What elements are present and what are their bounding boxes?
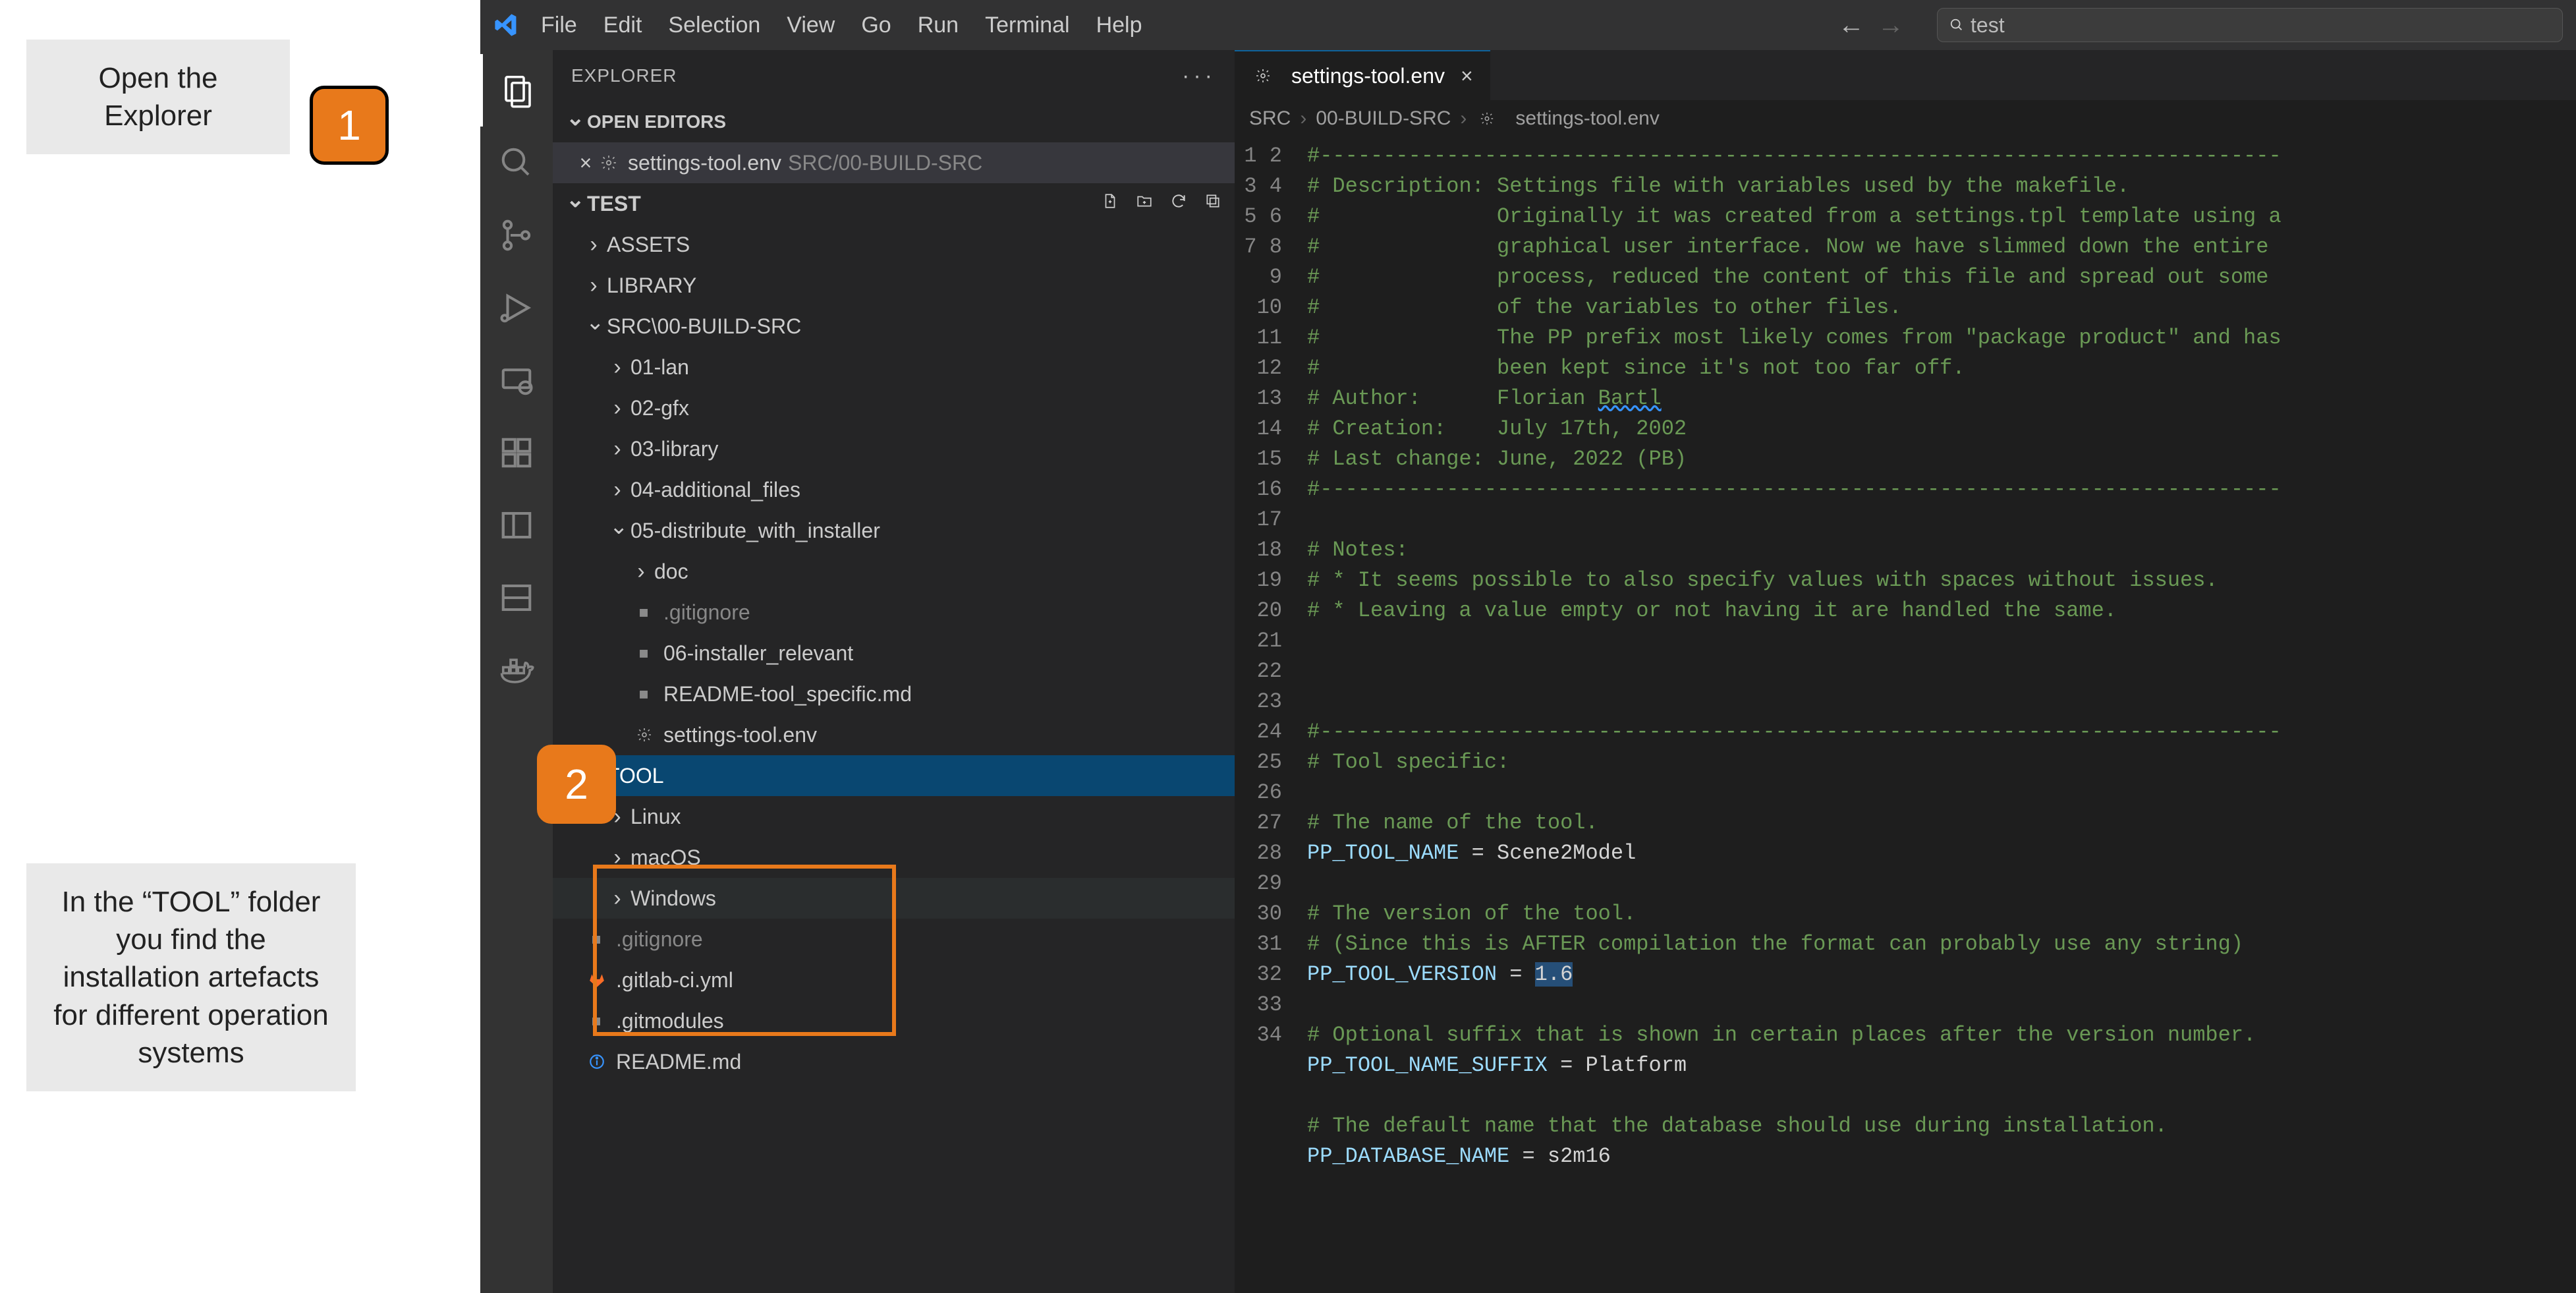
menu-view[interactable]: View	[787, 13, 835, 38]
breadcrumb-part[interactable]: 00-BUILD-SRC	[1316, 107, 1451, 130]
menu-file[interactable]: File	[541, 13, 577, 38]
menu-selection[interactable]: Selection	[668, 13, 760, 38]
activity-panel-b-icon[interactable]	[480, 561, 553, 634]
editor-area: settings-tool.env × SRC › 00-BUILD-SRC ›…	[1235, 50, 2576, 1293]
gear-icon	[633, 724, 656, 746]
code-body[interactable]: #---------------------------------------…	[1294, 137, 2576, 1293]
gear-icon	[598, 152, 620, 174]
chevron-right-icon: ›	[1300, 107, 1306, 130]
menu-bar: File Edit Selection View Go Run Terminal…	[480, 0, 2576, 50]
diamond-icon	[629, 678, 660, 710]
workspace-root-label: TEST	[587, 192, 641, 216]
new-folder-icon[interactable]	[1136, 192, 1153, 215]
open-editor-item[interactable]: × settings-tool.env SRC/00-BUILD-SRC	[553, 142, 1235, 183]
activity-source-control-icon[interactable]	[480, 199, 553, 272]
command-center-search[interactable]: test	[1937, 8, 2563, 42]
folder-03-library[interactable]: 03-library	[553, 428, 1235, 469]
nav-back-icon[interactable]: ←	[1838, 11, 1864, 40]
folder-tool[interactable]: TOOL	[553, 755, 1235, 796]
file-readme[interactable]: README.md	[553, 1041, 1235, 1082]
explorer-sidebar: EXPLORER ··· OPEN EDITORS × settings-too…	[553, 50, 1235, 1293]
folder-doc[interactable]: doc	[553, 551, 1235, 592]
folder-windows[interactable]: Windows	[553, 878, 1235, 919]
activity-run-debug-icon[interactable]	[480, 272, 553, 344]
step-badge-1: 1	[310, 86, 389, 165]
gear-icon	[1476, 107, 1498, 130]
line-gutter: 1 2 3 4 5 6 7 8 9 10 11 12 13 14 15 16 1…	[1235, 137, 1294, 1293]
menu-run[interactable]: Run	[918, 13, 959, 38]
menu-help[interactable]: Help	[1096, 13, 1142, 38]
menu-terminal[interactable]: Terminal	[985, 13, 1069, 38]
vscode-logo-icon	[493, 13, 518, 38]
activity-remote-icon[interactable]	[480, 344, 553, 417]
refresh-icon[interactable]	[1170, 192, 1187, 215]
open-editor-filename: settings-tool.env	[628, 151, 781, 175]
explorer-header: EXPLORER ···	[553, 50, 1235, 101]
search-value: test	[1971, 13, 2005, 38]
folder-02-gfx[interactable]: 02-gfx	[553, 388, 1235, 428]
activity-bar	[480, 50, 553, 1293]
menu-go[interactable]: Go	[861, 13, 891, 38]
folder-linux[interactable]: Linux	[553, 796, 1235, 837]
open-editors-label: OPEN EDITORS	[587, 111, 726, 132]
open-editor-path: SRC/00-BUILD-SRC	[788, 151, 982, 175]
breadcrumbs[interactable]: SRC › 00-BUILD-SRC › settings-tool.env	[1235, 100, 2576, 137]
diamond-icon	[629, 637, 660, 669]
annotation-1: Open the Explorer	[26, 40, 290, 154]
folder-macos[interactable]: macOS	[553, 837, 1235, 878]
folder-01-lan[interactable]: 01-lan	[553, 347, 1235, 388]
activity-explorer-icon[interactable]	[480, 54, 553, 127]
folder-04-additional[interactable]: 04-additional_files	[553, 469, 1235, 510]
activity-extensions-icon[interactable]	[480, 417, 553, 489]
chevron-right-icon: ›	[1460, 107, 1467, 130]
folder-library[interactable]: LIBRARY	[553, 265, 1235, 306]
editor-tabs: settings-tool.env ×	[1235, 50, 2576, 100]
file-gitignore-1[interactable]: .gitignore	[553, 592, 1235, 633]
file-gitmodules[interactable]: .gitmodules	[553, 1000, 1235, 1041]
diamond-icon	[581, 1005, 613, 1037]
gitlab-icon	[586, 969, 608, 991]
gear-icon	[1252, 65, 1274, 87]
breadcrumb-part[interactable]: settings-tool.env	[1515, 107, 1659, 130]
folder-src-build[interactable]: SRC\00-BUILD-SRC	[553, 306, 1235, 347]
nav-forward-icon[interactable]: →	[1878, 11, 1904, 40]
info-icon	[586, 1050, 608, 1073]
vscode-window: File Edit Selection View Go Run Terminal…	[480, 0, 2576, 1293]
open-editors-header[interactable]: OPEN EDITORS	[553, 101, 1235, 142]
close-tab-icon[interactable]: ×	[1461, 64, 1473, 88]
explorer-more-icon[interactable]: ···	[1182, 63, 1216, 89]
step-badge-2: 2	[537, 745, 616, 824]
diamond-icon	[581, 923, 613, 955]
breadcrumb-part[interactable]: SRC	[1249, 107, 1291, 130]
explorer-tree: OPEN EDITORS × settings-tool.env SRC/00-…	[553, 101, 1235, 1082]
close-editor-icon[interactable]: ×	[574, 151, 598, 175]
file-readme-tool[interactable]: README-tool_specific.md	[553, 674, 1235, 714]
file-gitlab-ci[interactable]: .gitlab-ci.yml	[553, 960, 1235, 1000]
workspace-root[interactable]: TEST	[553, 183, 1235, 224]
code-editor[interactable]: 1 2 3 4 5 6 7 8 9 10 11 12 13 14 15 16 1…	[1235, 137, 2576, 1293]
activity-panel-a-icon[interactable]	[480, 489, 553, 561]
search-icon	[1949, 13, 1964, 38]
explorer-title: EXPLORER	[571, 65, 677, 86]
diamond-icon	[629, 596, 660, 628]
folder-assets[interactable]: ASSETS	[553, 224, 1235, 265]
new-file-icon[interactable]	[1102, 192, 1119, 215]
tab-label: settings-tool.env	[1291, 64, 1445, 88]
collapse-all-icon[interactable]	[1204, 192, 1221, 215]
file-06-installer[interactable]: 06-installer_relevant	[553, 633, 1235, 674]
file-settings-env[interactable]: settings-tool.env	[553, 714, 1235, 755]
annotation-2: In the “TOOL” folder you find the instal…	[26, 863, 356, 1091]
file-gitignore-2[interactable]: .gitignore	[553, 919, 1235, 960]
activity-docker-icon[interactable]	[480, 634, 553, 706]
menu-edit[interactable]: Edit	[603, 13, 642, 38]
activity-search-icon[interactable]	[480, 127, 553, 199]
folder-05-distribute[interactable]: 05-distribute_with_installer	[553, 510, 1235, 551]
editor-tab-settings[interactable]: settings-tool.env ×	[1235, 50, 1490, 100]
